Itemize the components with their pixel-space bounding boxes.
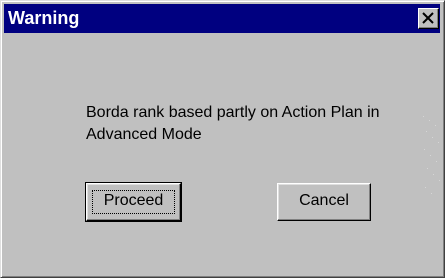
title-bar[interactable]: Warning [4, 4, 440, 33]
warning-message: Borda rank based partly on Action Plan i… [86, 104, 380, 143]
cancel-button[interactable]: Cancel [277, 183, 371, 221]
background-speckle [423, 116, 440, 194]
proceed-label: Proceed [103, 192, 164, 209]
window-title: Warning [8, 8, 80, 28]
close-button[interactable] [418, 8, 439, 29]
close-icon [422, 12, 434, 24]
cancel-label: Cancel [299, 192, 349, 209]
proceed-button[interactable]: Proceed [85, 182, 182, 222]
warning-dialog: Warning Borda rank based partly on Actio… [0, 0, 445, 278]
